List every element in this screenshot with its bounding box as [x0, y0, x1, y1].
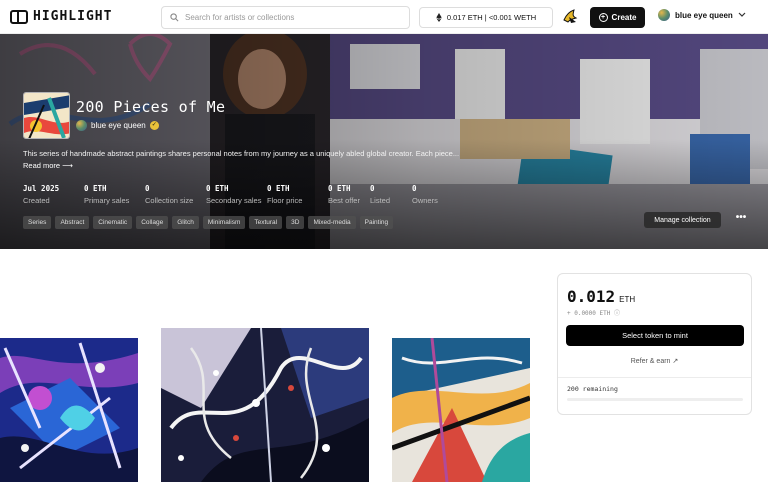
stat-label: Created [23, 196, 50, 205]
tag[interactable]: Series [23, 216, 52, 229]
mint-progress-bar [567, 398, 743, 401]
stat-label: Listed [370, 196, 391, 205]
collection-title: 200 Pieces of Me [76, 98, 226, 116]
tag[interactable]: Cinematic [93, 216, 133, 229]
tag[interactable]: Textural [249, 216, 283, 229]
creator-link[interactable]: blue eye queen ✓ [76, 120, 159, 131]
mint-panel: 0.012 ETH + 0.0000 ETH ⓘ Select token to… [557, 273, 752, 415]
stat-secondary-sales: 0 ETH Secondary sales [206, 184, 267, 205]
stat-value: 0 ETH [84, 184, 107, 193]
plus-icon: + [598, 13, 608, 22]
remaining-count: 200 remaining [567, 385, 618, 393]
collection-description: This series of handmade abstract paintin… [23, 149, 460, 158]
collection-hero-banner: 200 Pieces of Me blue eye queen ✓ This s… [0, 34, 768, 249]
artwork-card[interactable] [392, 338, 530, 482]
stat-floor-price: 0 ETH Floor price [267, 184, 328, 205]
collection-tags: Series Abstract Cinematic Collage Glitch… [23, 216, 394, 229]
manage-collection-button[interactable]: Manage collection [644, 212, 721, 228]
artwork-card[interactable] [161, 328, 369, 482]
create-button[interactable]: + Create [590, 7, 645, 28]
stat-label: Primary sales [84, 196, 130, 205]
tag[interactable]: Glitch [172, 216, 199, 229]
stat-created: Jul 2025 Created [23, 184, 84, 205]
artwork-image [392, 338, 530, 482]
stat-listed: 0 Listed [370, 184, 412, 205]
highlight-logo[interactable]: HIGHLIGHT [10, 9, 112, 24]
tag[interactable]: Abstract [55, 216, 90, 229]
search-bar[interactable] [161, 6, 410, 29]
user-name: blue eye queen [675, 10, 733, 20]
wallet-balance-button[interactable]: 0.017 ETH | <0.001 WETH [419, 7, 553, 28]
stat-value: 0 [412, 184, 417, 193]
stat-value: 0 [370, 184, 375, 193]
stat-label: Best offer [328, 196, 360, 205]
stat-best-offer: 0 ETH Best offer [328, 184, 370, 205]
wallet-balance-text: 0.017 ETH | <0.001 WETH [446, 13, 537, 22]
tag[interactable]: Minimalism [202, 216, 246, 229]
mint-price: 0.012 ETH [567, 287, 635, 306]
more-options-icon[interactable]: ••• [733, 212, 749, 228]
price-value: 0.012 [567, 287, 616, 306]
stat-value: 0 ETH [206, 184, 229, 193]
search-input[interactable] [185, 13, 395, 22]
stat-primary-sales: 0 ETH Primary sales [84, 184, 145, 205]
stat-value: 0 ETH [328, 184, 351, 193]
collection-stats: Jul 2025 Created 0 ETH Primary sales 0 Coll… [23, 184, 473, 205]
create-label: Create [611, 13, 637, 22]
artwork-card[interactable] [0, 338, 138, 482]
tag[interactable]: 3D [286, 216, 305, 229]
stat-label: Collection size [145, 196, 194, 205]
artwork-image [161, 328, 369, 482]
ethereum-icon [436, 13, 442, 22]
stat-label: Secondary sales [206, 196, 262, 205]
read-more-link[interactable]: Read more ⟶ [23, 161, 73, 170]
stat-value: 0 [145, 184, 150, 193]
tag[interactable]: Mixed-media [308, 216, 356, 229]
stat-label: Floor price [267, 196, 303, 205]
highlight-bird-icon[interactable] [561, 7, 581, 27]
artwork-image [0, 338, 138, 482]
stat-owners: 0 Owners [412, 184, 473, 205]
user-avatar [658, 9, 670, 21]
logo-text: HIGHLIGHT [33, 9, 113, 24]
creator-avatar [76, 120, 87, 131]
top-navigation-bar: HIGHLIGHT 0.017 ETH | <0.001 WETH + Crea… [0, 0, 768, 34]
creator-name: blue eye queen [91, 121, 146, 130]
refer-and-earn-link[interactable]: Refer & earn ↗ [558, 357, 751, 365]
price-unit: ETH [619, 295, 636, 304]
mint-fee: + 0.0000 ETH ⓘ [567, 310, 620, 317]
select-token-to-mint-button[interactable]: Select token to mint [566, 325, 744, 346]
stat-collection-size: 0 Collection size [145, 184, 206, 205]
logo-icon [10, 9, 28, 24]
search-icon [170, 13, 179, 22]
collection-thumbnail [23, 92, 70, 139]
verified-badge-icon: ✓ [149, 121, 159, 130]
divider [558, 377, 751, 378]
stat-value: Jul 2025 [23, 184, 60, 193]
stat-label: Owners [412, 196, 438, 205]
stat-value: 0 ETH [267, 184, 290, 193]
tag[interactable]: Collage [136, 216, 169, 229]
chevron-down-icon [738, 12, 746, 17]
user-menu[interactable]: blue eye queen [658, 9, 746, 21]
tag[interactable]: Painting [359, 216, 394, 229]
